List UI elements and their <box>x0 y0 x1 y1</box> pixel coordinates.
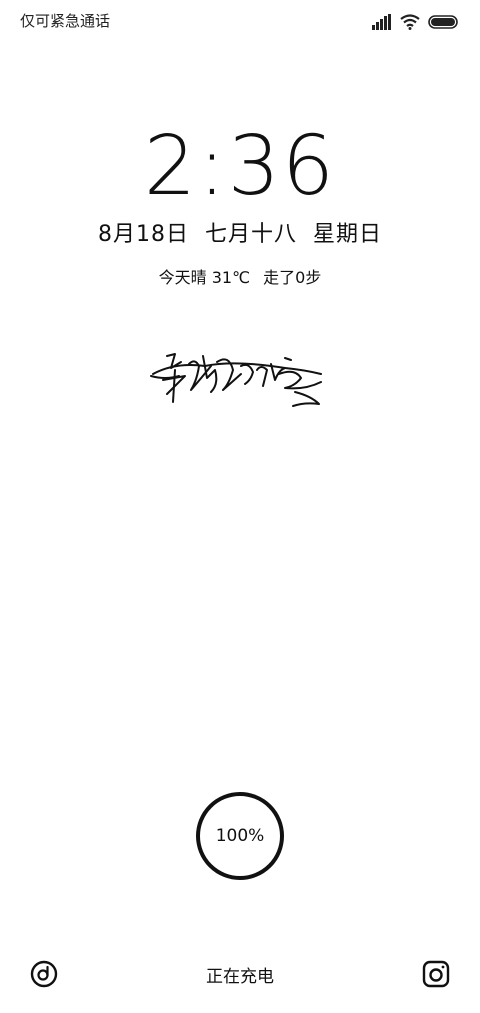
clock-time: 2:36 <box>143 119 337 214</box>
weather-text: 今天晴 31℃ <box>158 268 251 287</box>
status-icons <box>372 12 458 32</box>
date-line: 8月18日 七月十八 星期日 <box>98 222 382 247</box>
carrier-status-text: 仅可紧急通话 <box>20 12 111 30</box>
signal-icon <box>372 14 392 30</box>
charging-status-label: 正在充电 <box>206 967 274 987</box>
signature-image <box>150 353 322 407</box>
battery-icon <box>428 15 458 29</box>
battery-charging-ring: 100% <box>196 792 284 880</box>
status-bar: 仅可紧急通话 <box>0 0 480 42</box>
camera-icon[interactable] <box>422 960 450 988</box>
wifi-icon <box>400 14 420 30</box>
lock-screen: 仅可紧急通话 2:36 8月18日 七月十八 星期日 今天晴 31℃ 走了0步 … <box>0 0 480 1013</box>
battery-percent-label: 100% <box>215 826 265 846</box>
weather-steps-line: 今天晴 31℃ 走了0步 <box>0 264 480 288</box>
bottom-bar: 正在充电 <box>0 950 480 998</box>
steps-text: 走了0步 <box>263 268 322 287</box>
